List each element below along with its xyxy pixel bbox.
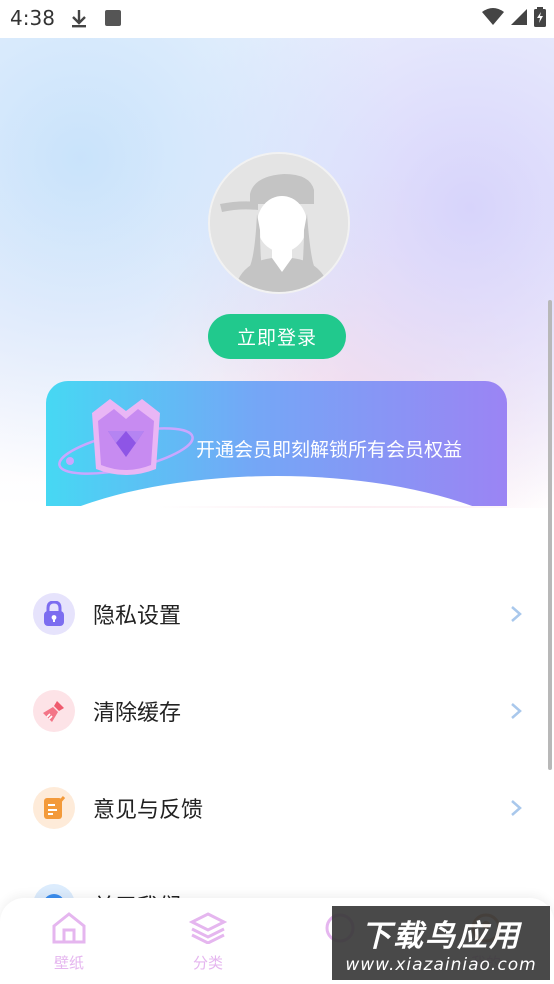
status-bar: 4:38 [0,0,554,38]
signal-icon [510,8,528,30]
download-icon [70,9,88,33]
watermark-url: www.xiazainiao.com [345,955,537,975]
broom-icon [33,689,75,732]
menu-item-privacy[interactable]: 隐私设置 [0,565,554,662]
vip-banner[interactable]: 开通会员即刻解锁所有会员权益 [46,381,507,506]
login-button[interactable]: 立即登录 [208,314,346,359]
diamond-crown-icon [56,391,196,490]
menu-item-feedback[interactable]: 意见与反馈 [0,759,554,856]
tab-label-category: 分类 [192,954,223,972]
vip-banner-text: 开通会员即刻解锁所有会员权益 [196,439,463,461]
settings-menu: 隐私设置 清除缓存 意见与反馈 [0,565,554,953]
tab-category[interactable]: 分类 [168,912,248,973]
status-indicators [482,7,546,31]
avatar[interactable] [208,152,350,294]
lock-icon [33,592,75,635]
layers-icon [188,912,228,948]
scrollbar[interactable] [548,300,552,770]
watermark: 下载鸟应用 www.xiazainiao.com [332,906,550,980]
chevron-right-icon [510,605,522,627]
tab-wallpaper[interactable]: 壁纸 [29,912,109,973]
default-avatar-icon [210,154,348,292]
tab-label-wallpaper: 壁纸 [53,954,84,972]
menu-item-clear-cache[interactable]: 清除缓存 [0,662,554,759]
menu-label-privacy: 隐私设置 [93,603,182,629]
status-time: 4:38 [10,6,55,30]
wifi-icon [482,8,504,30]
battery-icon [534,7,546,31]
menu-label-feedback: 意见与反馈 [93,797,204,823]
notification-a-icon [105,10,121,30]
chevron-right-icon [510,702,522,724]
watermark-title: 下载鸟应用 [361,919,521,954]
chevron-right-icon [510,799,522,821]
menu-label-clear-cache: 清除缓存 [93,700,182,726]
feedback-icon [33,786,75,829]
home-icon [51,912,87,948]
